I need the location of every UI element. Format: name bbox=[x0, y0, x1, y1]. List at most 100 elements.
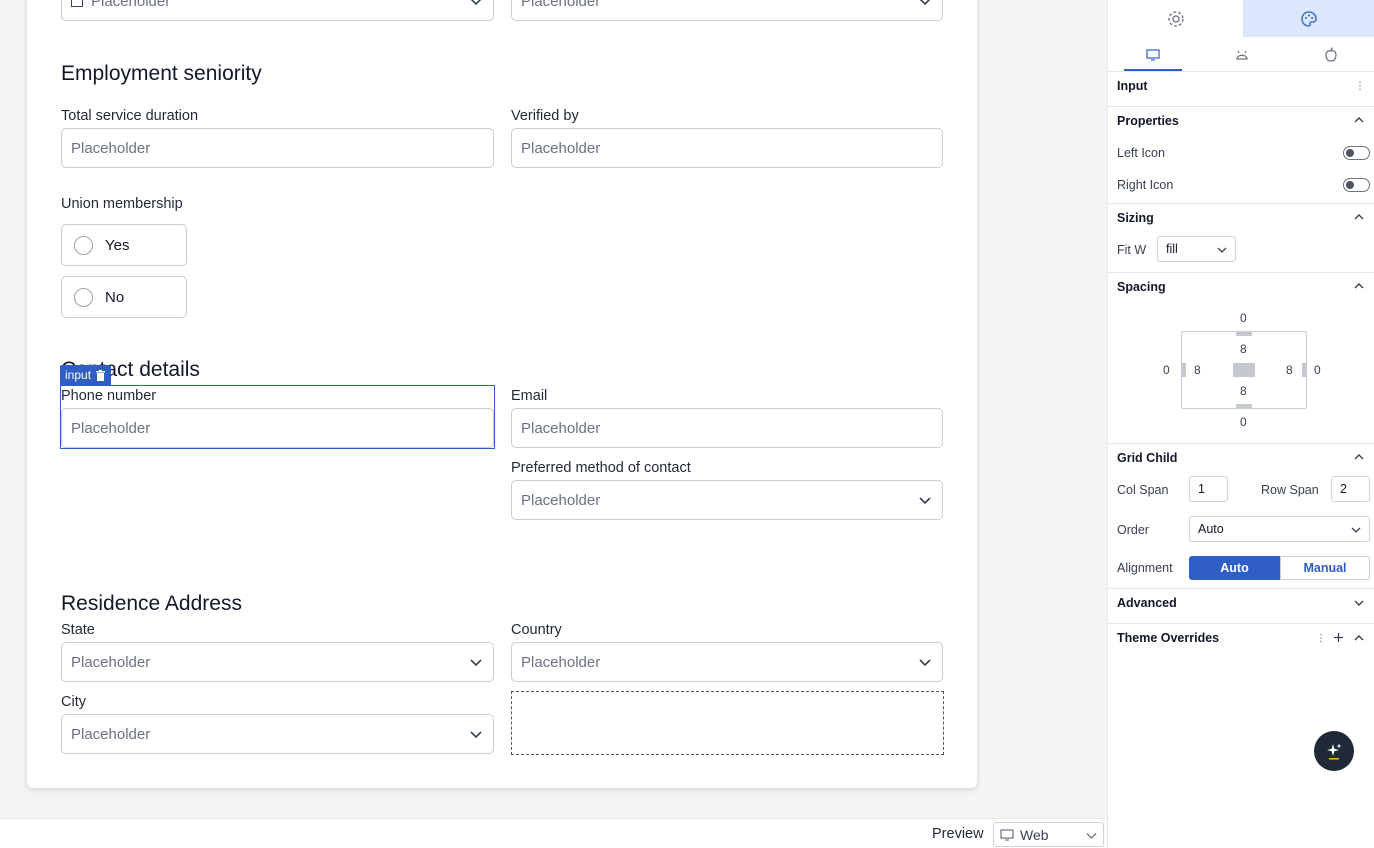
total-service-placeholder: Placeholder bbox=[71, 139, 151, 157]
chevron-down-icon bbox=[470, 0, 482, 6]
alignment-manual-button[interactable]: Manual bbox=[1280, 556, 1370, 580]
padding-right-handle[interactable] bbox=[1302, 363, 1306, 377]
chevron-down-icon bbox=[919, 0, 931, 6]
email-input[interactable]: Placeholder bbox=[511, 408, 943, 448]
device-tabs bbox=[1108, 37, 1374, 72]
preview-label: Preview bbox=[932, 826, 984, 842]
country-dropdown[interactable]: Placeholder bbox=[511, 642, 943, 682]
col-span-input[interactable]: 1 bbox=[1189, 476, 1228, 502]
divider bbox=[1108, 443, 1374, 444]
alignment-label: Alignment bbox=[1117, 561, 1173, 575]
right-icon-toggle[interactable] bbox=[1343, 178, 1370, 192]
fit-width-select[interactable]: fill bbox=[1157, 236, 1236, 262]
more-vertical-icon[interactable] bbox=[1319, 633, 1323, 643]
empty-grid-cell[interactable] bbox=[511, 691, 944, 755]
state-dropdown[interactable]: Placeholder bbox=[61, 642, 494, 682]
total-service-input[interactable]: Placeholder bbox=[61, 128, 494, 168]
verified-by-input[interactable]: Placeholder bbox=[511, 128, 943, 168]
chevron-down-icon[interactable] bbox=[1354, 598, 1364, 608]
contact-method-dropdown[interactable]: Placeholder bbox=[511, 480, 943, 520]
divider bbox=[1108, 588, 1374, 589]
divider bbox=[1108, 203, 1374, 204]
content-block bbox=[1233, 363, 1255, 377]
alignment-manual-label: Manual bbox=[1303, 561, 1347, 575]
right-icon-label: Right Icon bbox=[1117, 178, 1174, 192]
city-label: City bbox=[61, 694, 86, 710]
divider bbox=[1108, 106, 1374, 107]
chevron-up-icon[interactable] bbox=[1354, 281, 1364, 291]
tab-settings[interactable] bbox=[1108, 0, 1243, 37]
phone-number-input[interactable]: Placeholder bbox=[61, 408, 494, 448]
order-select[interactable]: Auto bbox=[1189, 516, 1370, 542]
radio-option-no[interactable]: No bbox=[61, 276, 187, 318]
top-left-dropdown[interactable]: Placeholder bbox=[61, 0, 494, 21]
country-placeholder: Placeholder bbox=[521, 653, 601, 671]
state-placeholder: Placeholder bbox=[71, 653, 151, 671]
left-icon-label: Left Icon bbox=[1117, 146, 1165, 160]
order-value: Auto bbox=[1198, 522, 1224, 536]
plus-icon[interactable] bbox=[1333, 632, 1344, 643]
divider bbox=[1108, 623, 1374, 624]
contact-method-label: Preferred method of contact bbox=[511, 460, 691, 476]
padding-top-value[interactable]: 8 bbox=[1240, 342, 1247, 356]
gear-icon bbox=[1167, 10, 1184, 27]
row-span-value: 2 bbox=[1340, 482, 1347, 496]
tab-style[interactable] bbox=[1243, 0, 1374, 37]
alignment-auto-label: Auto bbox=[1220, 561, 1249, 575]
preview-device-select[interactable]: Web bbox=[993, 822, 1104, 847]
device-tab-desktop[interactable] bbox=[1108, 37, 1197, 72]
padding-top-handle[interactable] bbox=[1236, 332, 1252, 336]
phone-placeholder: Placeholder bbox=[71, 419, 151, 437]
padding-bottom-value[interactable]: 8 bbox=[1240, 384, 1247, 398]
padding-left-value[interactable]: 8 bbox=[1194, 363, 1201, 377]
margin-top-value[interactable]: 0 bbox=[1240, 311, 1247, 325]
selection-tag[interactable]: input bbox=[60, 365, 112, 385]
total-service-label: Total service duration bbox=[61, 108, 199, 124]
desktop-icon bbox=[1145, 48, 1160, 61]
ai-assistant-button[interactable] bbox=[1314, 731, 1354, 771]
top-right-dropdown[interactable]: Placeholder bbox=[511, 0, 943, 21]
radio-circle-icon bbox=[74, 235, 93, 255]
desktop-icon bbox=[1000, 828, 1014, 841]
advanced-section-title[interactable]: Advanced bbox=[1117, 596, 1177, 610]
padding-right-value[interactable]: 8 bbox=[1286, 363, 1293, 377]
section-title-employment: Employment seniority bbox=[61, 62, 262, 85]
top-right-placeholder: Placeholder bbox=[521, 0, 601, 10]
row-span-input[interactable]: 2 bbox=[1331, 476, 1370, 502]
spacing-section-title: Spacing bbox=[1117, 280, 1166, 294]
radio-circle-icon bbox=[74, 287, 93, 307]
radio-label-yes: Yes bbox=[105, 236, 130, 254]
alignment-auto-button[interactable]: Auto bbox=[1189, 556, 1280, 580]
device-tab-apple[interactable] bbox=[1286, 37, 1374, 72]
margin-right-value[interactable]: 0 bbox=[1314, 363, 1321, 377]
verified-by-label: Verified by bbox=[511, 108, 579, 124]
city-placeholder: Placeholder bbox=[71, 725, 151, 743]
chevron-up-icon[interactable] bbox=[1354, 452, 1364, 462]
chevron-up-icon[interactable] bbox=[1354, 633, 1364, 643]
component-title: Input bbox=[1117, 79, 1148, 93]
margin-left-value[interactable]: 0 bbox=[1163, 363, 1170, 377]
radio-option-yes[interactable]: Yes bbox=[61, 224, 187, 266]
chevron-down-icon bbox=[1217, 247, 1227, 253]
selection-tag-label: input bbox=[65, 368, 92, 382]
padding-bottom-handle[interactable] bbox=[1236, 404, 1252, 408]
left-icon-toggle[interactable] bbox=[1343, 146, 1370, 160]
more-vertical-icon[interactable] bbox=[1358, 81, 1362, 91]
trash-icon[interactable] bbox=[95, 369, 106, 381]
preview-device-value: Web bbox=[1020, 826, 1049, 843]
city-dropdown[interactable]: Placeholder bbox=[61, 714, 494, 754]
radio-label-no: No bbox=[105, 288, 125, 306]
fit-width-value: fill bbox=[1166, 242, 1178, 256]
chevron-up-icon[interactable] bbox=[1354, 212, 1364, 222]
padding-left-handle[interactable] bbox=[1182, 363, 1186, 377]
chevron-down-icon bbox=[919, 659, 931, 667]
divider bbox=[1108, 272, 1374, 273]
device-tab-android[interactable] bbox=[1197, 37, 1286, 72]
padding-box: 8 8 8 8 bbox=[1181, 331, 1307, 409]
grid-child-section-title: Grid Child bbox=[1117, 451, 1178, 465]
section-title-address: Residence Address bbox=[61, 592, 242, 615]
chevron-up-icon[interactable] bbox=[1354, 115, 1364, 125]
margin-bottom-value[interactable]: 0 bbox=[1240, 415, 1247, 429]
apple-icon bbox=[1324, 47, 1337, 62]
country-label: Country bbox=[511, 622, 562, 638]
